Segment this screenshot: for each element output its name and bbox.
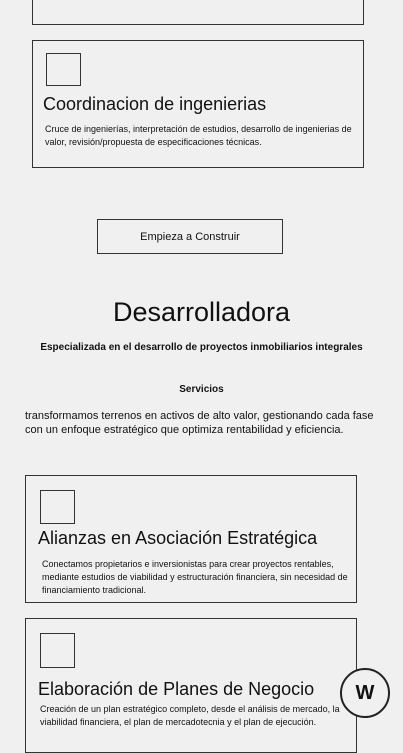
services-heading: Servicios: [179, 384, 224, 395]
section-description: transformamos terrenos en activos de alt…: [25, 410, 374, 436]
empieza-a-construir-button[interactable]: Empieza a Construir: [97, 219, 283, 254]
section-subtitle: Especializada en el desarrollo de proyec…: [40, 342, 363, 353]
card-description: Conectamos propietarios e inversionistas…: [42, 559, 348, 595]
card-alianzas-asociacion: Alianzas en Asociación Estratégica Conec…: [25, 475, 357, 603]
card-coordinacion-ingenierias: Coordinacion de ingenierias Cruce de ing…: [32, 40, 364, 168]
section-title: Desarrolladora: [112, 297, 291, 327]
card-planes-negocio: Elaboración de Planes de Negocio Creació…: [25, 618, 357, 753]
card-title: Elaboración de Planes de Negocio: [38, 679, 315, 699]
card-title: Alianzas en Asociación Estratégica: [38, 528, 318, 548]
w-badge-button[interactable]: W: [340, 668, 390, 718]
placeholder-icon: [40, 490, 75, 524]
card-description: Cruce de ingenierías, interpretación de …: [45, 124, 352, 147]
card-title: Coordinacion de ingenierias: [43, 94, 267, 114]
previous-card: [32, 0, 364, 25]
card-description: Creación de un plan estratégico completo…: [40, 704, 340, 727]
placeholder-icon: [46, 53, 81, 86]
placeholder-icon: [40, 633, 75, 668]
